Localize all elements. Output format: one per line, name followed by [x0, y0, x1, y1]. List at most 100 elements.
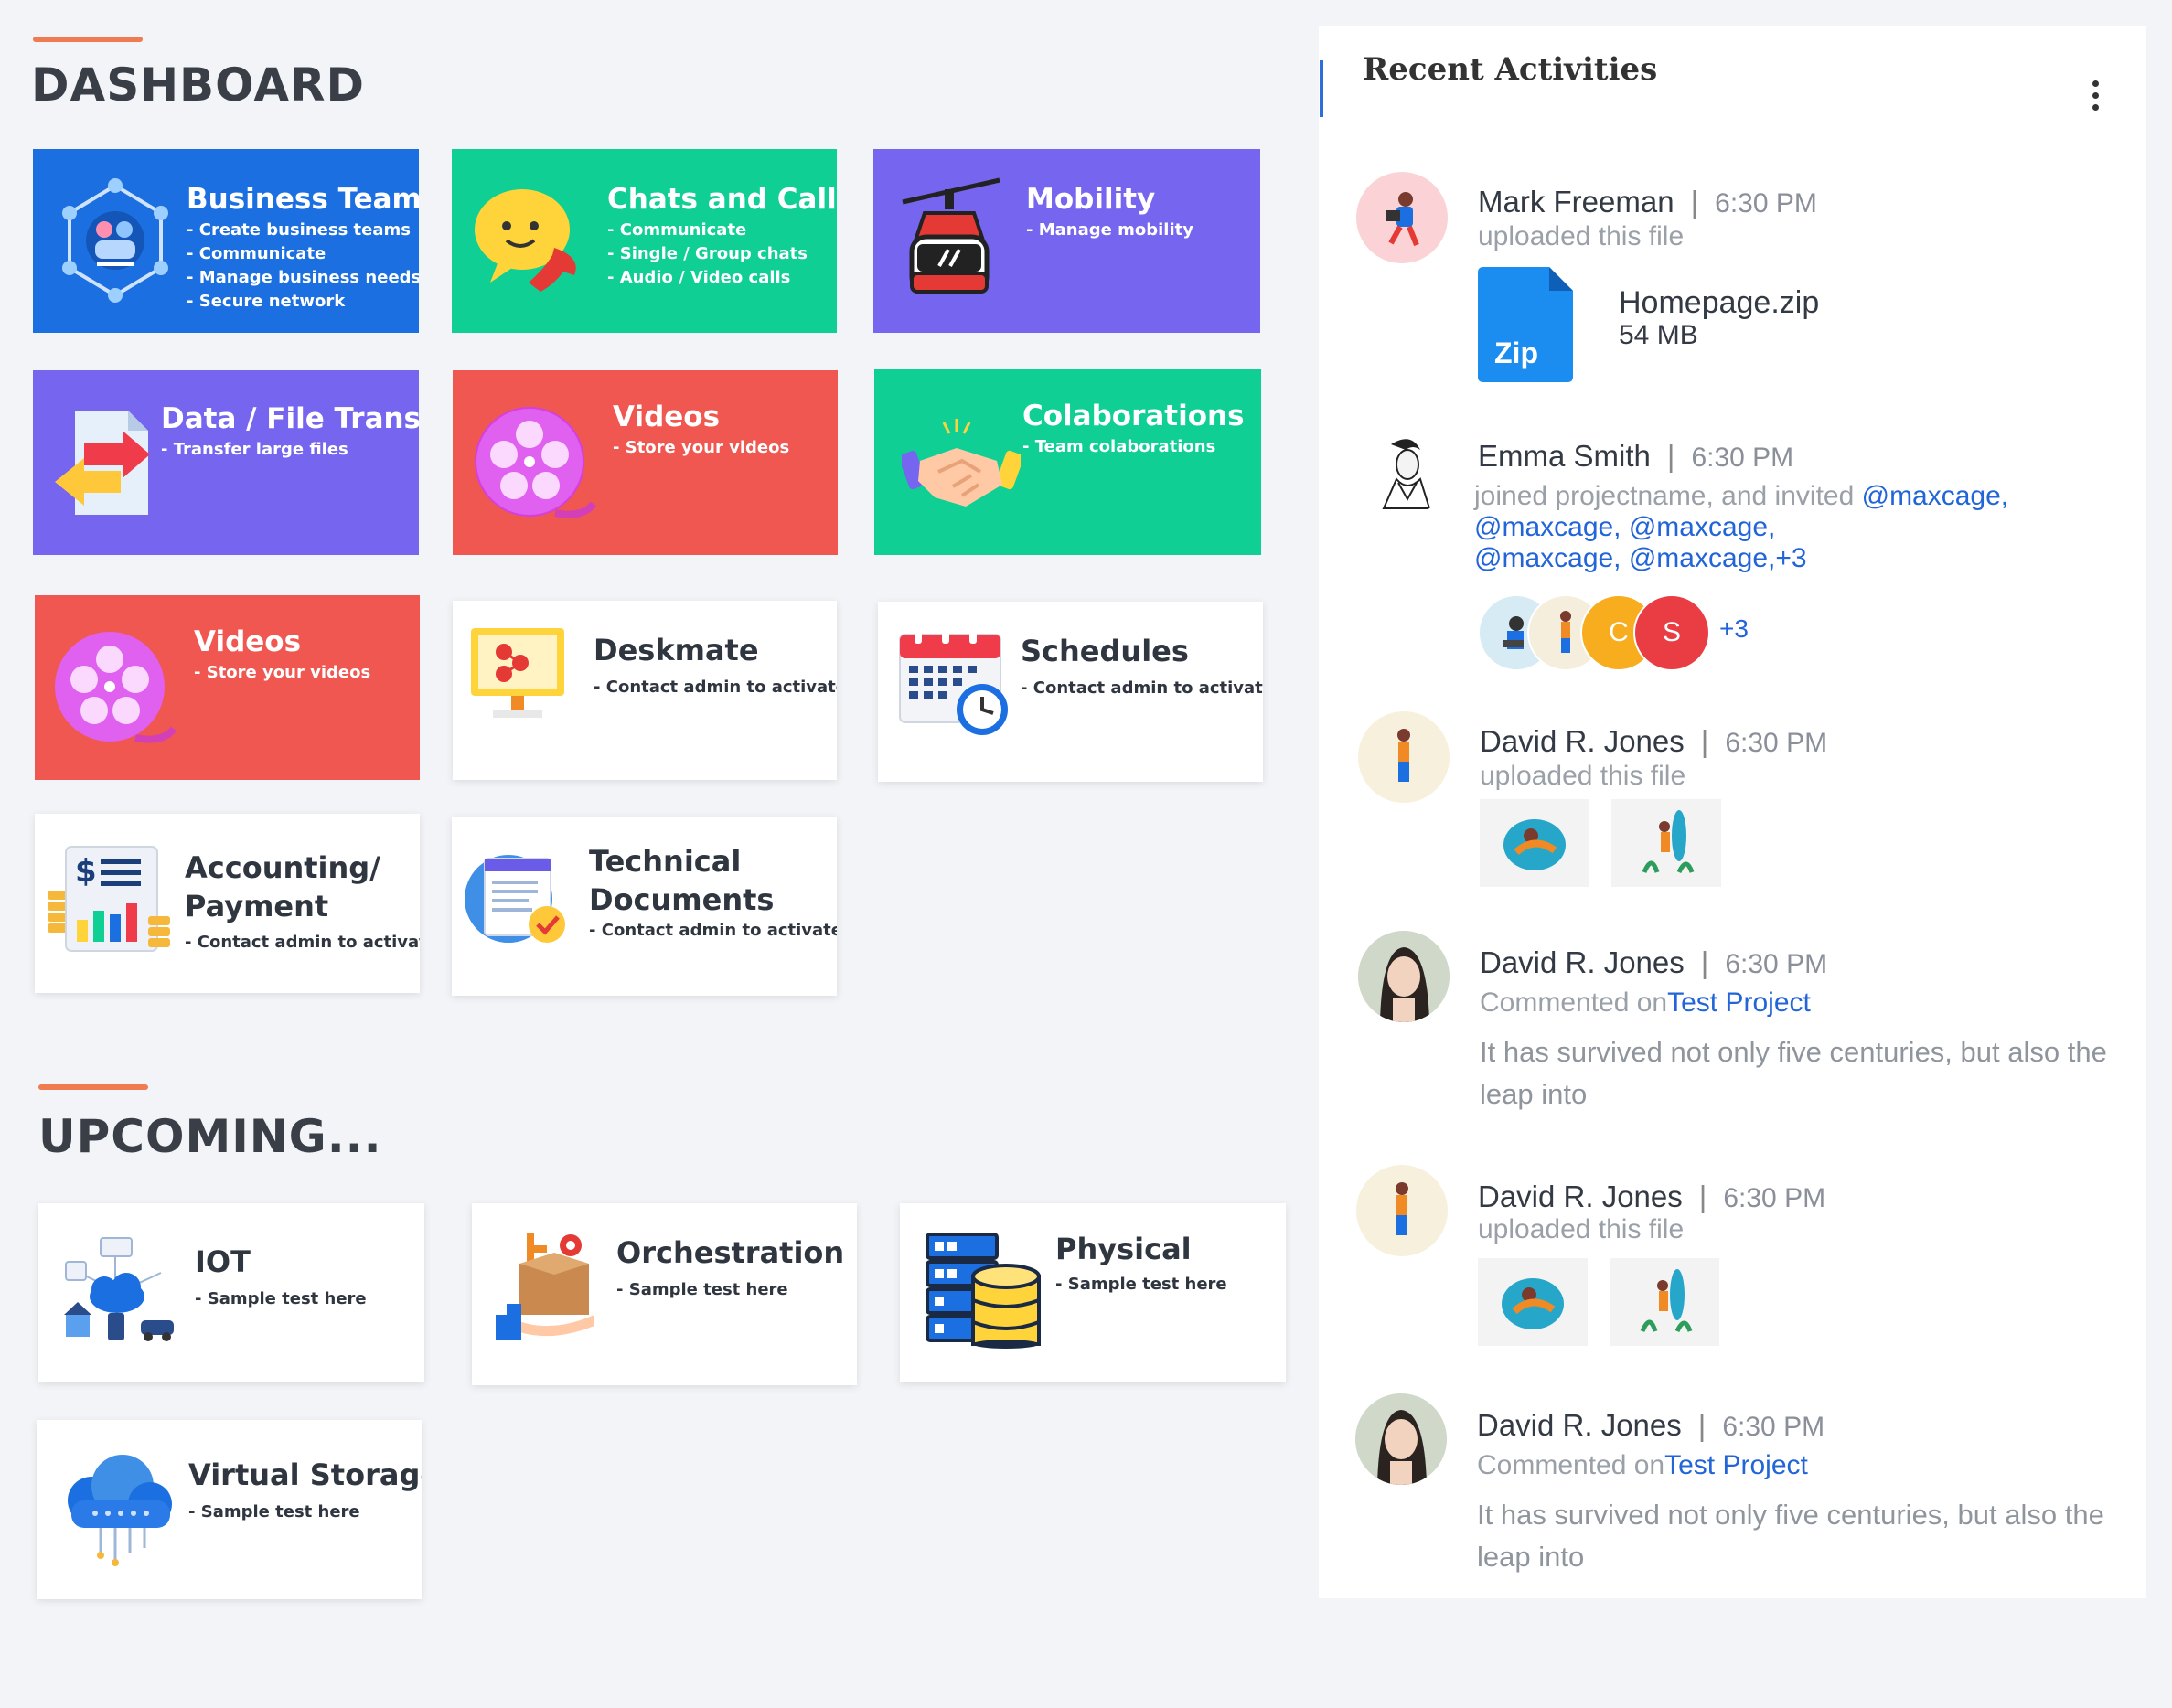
more-options-icon[interactable]	[2092, 80, 2100, 116]
activity-author: David R. Jones | 6:30 PM	[1478, 1180, 1826, 1213]
tile-title: IOT	[195, 1244, 251, 1279]
recent-activities-title: Recent Activities	[1363, 51, 1658, 88]
tile-description: - Manage mobility	[1026, 220, 1193, 240]
activity-time: 6:30 PM	[1715, 188, 1817, 219]
activity-comment: It has survived not only five centuries,…	[1477, 1499, 2104, 1573]
activity-action: Commented onTest Project	[1477, 1450, 1808, 1480]
smiley-phone-icon	[475, 189, 576, 292]
film-reel-icon	[55, 632, 177, 743]
activity-time: 6:30 PM	[1691, 443, 1794, 473]
tile-description: - Contact admin to activate	[594, 678, 837, 697]
calendar-clock-icon	[899, 625, 1008, 735]
desktop-monitor-icon	[471, 628, 564, 718]
tile-description: - Sample test here	[1055, 1275, 1227, 1294]
tile-title: Videos	[613, 400, 721, 433]
server-database-icon	[926, 1233, 1041, 1349]
activity-comment: It has survived not only five centuries,…	[1480, 1036, 2107, 1110]
avatar	[1356, 1165, 1448, 1256]
activity-action: Commented onTest Project	[1480, 987, 1811, 1018]
activity-time: 6:30 PM	[1725, 728, 1828, 758]
accounting-chart-icon: $	[48, 846, 170, 952]
avatar	[1358, 711, 1450, 803]
handshake-icon	[902, 419, 1021, 507]
file-badge: Zip	[1494, 336, 1538, 369]
tile-orchestration[interactable]: Orchestration - Sample test here	[472, 1203, 857, 1385]
activity-author: Mark Freeman | 6:30 PM	[1478, 185, 1817, 219]
cloud-storage-icon	[68, 1455, 172, 1566]
tile-description: - Sample test here	[616, 1280, 788, 1299]
tile-virtual-storage[interactable]: Virtual Storage - Sample test here	[37, 1420, 422, 1599]
tile-physical[interactable]: Physical - Sample test here	[900, 1203, 1286, 1382]
avatar	[1356, 426, 1448, 518]
tile-description: - Team colaborations	[1022, 437, 1216, 456]
activity-action: uploaded this file	[1480, 761, 1686, 791]
more-avatars-count[interactable]: +3	[1719, 614, 1749, 644]
user-illustration-icon	[1386, 192, 1419, 247]
activity-time: 6:30 PM	[1723, 1183, 1826, 1213]
project-link[interactable]: Test Project	[1664, 1450, 1808, 1480]
tile-description: - Communicate - Single / Group chats - Aud…	[607, 220, 808, 287]
tile-iot[interactable]: IOT - Sample test here	[38, 1203, 424, 1382]
tile-title: Schedules	[1021, 634, 1189, 668]
tile-deskmate[interactable]: Deskmate - Contact admin to activate	[453, 601, 837, 780]
tile-title: Physical	[1055, 1232, 1192, 1266]
tile-title: Business Teams	[187, 183, 419, 216]
mention-link[interactable]: @maxcage, @maxcage,	[1474, 512, 2008, 543]
cable-car-icon	[902, 177, 1000, 294]
tile-mobility[interactable]: Mobility - Manage mobility	[873, 149, 1260, 333]
user-illustration-icon	[1396, 1182, 1408, 1235]
svg-text:$: $	[75, 853, 97, 890]
tile-schedules[interactable]: Schedules - Contact admin to activate	[878, 602, 1263, 782]
mention-link[interactable]: @maxcage, @maxcage,+3	[1474, 543, 2008, 574]
upcoming-accent-bar	[38, 1084, 148, 1090]
tile-videos-2[interactable]: Videos - Store your videos	[35, 595, 420, 780]
avatar	[1356, 172, 1448, 263]
tile-title: Mobility	[1026, 183, 1156, 216]
tile-description: - Transfer large files	[161, 440, 348, 459]
activity-action: uploaded this file	[1478, 221, 1685, 251]
tile-title: Technical Documents	[589, 844, 775, 917]
document-gear-icon	[465, 855, 565, 943]
zip-file-icon[interactable]: Zip	[1478, 267, 1573, 382]
avatar[interactable]: S	[1633, 594, 1710, 671]
tile-videos[interactable]: Videos - Store your videos	[453, 370, 838, 555]
user-photo-icon	[1358, 931, 1450, 1022]
image-thumbnail[interactable]	[1611, 799, 1721, 887]
tile-description: - Store your videos	[194, 663, 371, 682]
activity-action: uploaded this file	[1478, 1214, 1685, 1244]
tile-title: Accounting/Payment	[185, 850, 380, 923]
tile-description: - Store your videos	[613, 438, 790, 457]
tile-title: Colaborations	[1022, 400, 1245, 432]
tile-title: Orchestration	[616, 1235, 845, 1270]
image-thumbnail[interactable]	[1610, 1258, 1719, 1346]
tile-title: Videos	[194, 625, 302, 658]
orchestration-box-icon	[496, 1233, 594, 1340]
tile-chats-and-calls[interactable]: Chats and Calls - Communicate - Single / …	[452, 149, 837, 333]
dashboard-title: DASHBOARD	[31, 59, 366, 112]
activity-time: 6:30 PM	[1722, 1412, 1825, 1442]
invited-avatars: C S	[1478, 594, 1716, 671]
user-photo-icon	[1355, 1393, 1447, 1485]
user-illustration-icon	[1397, 729, 1410, 782]
tile-accounting-payment[interactable]: $ Accounting/Payment - Contact admin to …	[35, 814, 420, 993]
file-name[interactable]: Homepage.zip	[1619, 285, 1819, 321]
tile-technical-documents[interactable]: Technical Documents - Contact admin to ac…	[452, 817, 837, 996]
avatar	[1355, 1393, 1447, 1485]
tile-colaborations[interactable]: Colaborations - Team colaborations	[874, 369, 1261, 555]
panel-accent-bar	[1320, 60, 1323, 117]
image-thumbnail[interactable]	[1478, 1258, 1588, 1346]
image-thumbnail[interactable]	[1480, 799, 1589, 887]
activity-author: Emma Smith | 6:30 PM	[1478, 439, 1794, 473]
project-link[interactable]: Test Project	[1667, 987, 1811, 1018]
tile-business-teams[interactable]: Business Teams - Create business teams - …	[33, 149, 419, 333]
activity-author: David R. Jones | 6:30 PM	[1477, 1408, 1825, 1442]
iot-network-icon	[64, 1237, 174, 1341]
tile-title: Data / File Transfer	[161, 402, 419, 435]
tile-data-file-transfer[interactable]: Data / File Transfer - Transfer large fi…	[33, 370, 419, 555]
user-sketch-icon	[1382, 439, 1431, 509]
mention-link[interactable]: @maxcage,	[1862, 481, 2009, 511]
activity-action: joined projectname, and invited @maxcage…	[1474, 481, 2009, 574]
tile-description: - Sample test here	[188, 1502, 360, 1521]
activity-author: David R. Jones | 6:30 PM	[1480, 724, 1828, 758]
avatar	[1358, 931, 1450, 1022]
